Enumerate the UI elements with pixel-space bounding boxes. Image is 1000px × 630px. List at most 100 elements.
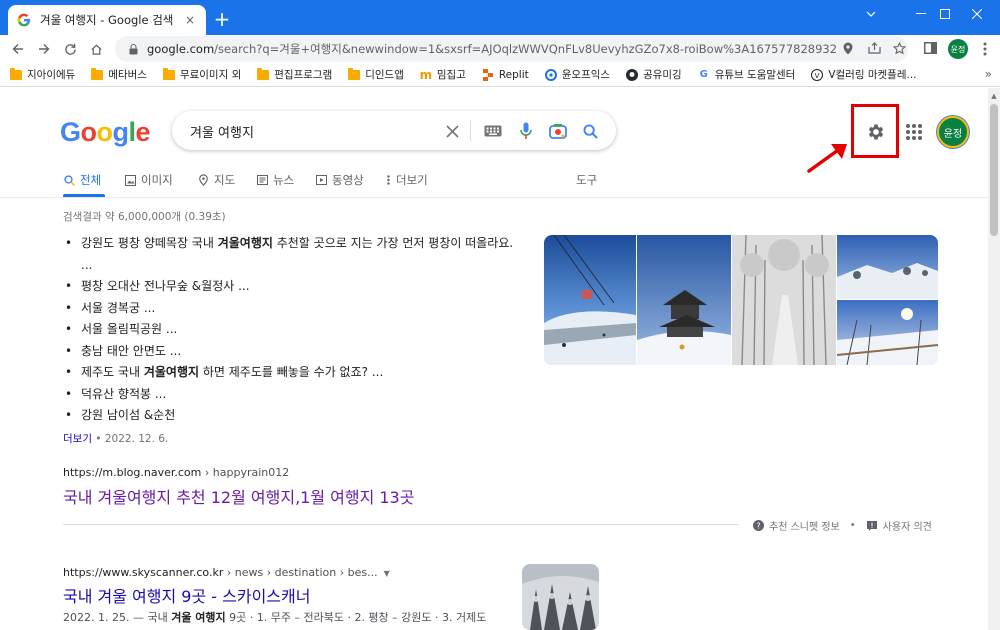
tab-label: 뉴스	[273, 173, 295, 187]
replit-icon	[482, 68, 494, 81]
lens-camera-icon[interactable]	[548, 121, 568, 141]
tab-close-icon[interactable]: ×	[182, 12, 198, 28]
tab-all[interactable]: 전체	[63, 172, 101, 188]
cite-path: › happyrain012	[201, 466, 290, 479]
bookmark-item[interactable]: Replit	[482, 68, 529, 81]
list-item: 평창 오대산 전나무숲 &월정사 ...	[65, 276, 525, 298]
result-citation[interactable]: https://m.blog.naver.com › happyrain012	[63, 466, 289, 479]
address-bar[interactable]: google.com/search?q=겨울+여행지&newwindow=1&s…	[115, 36, 908, 62]
tab-images[interactable]: 이미지	[124, 172, 173, 188]
url-text[interactable]: google.com/search?q=겨울+여행지&newwindow=1&s…	[147, 41, 837, 57]
user-feedback-link[interactable]: 사용자 의견	[883, 518, 932, 533]
tab-search-chevron-icon[interactable]	[848, 0, 894, 28]
bookmark-item[interactable]: 디인드앱	[348, 67, 404, 82]
video-icon	[315, 174, 327, 186]
result-thumbnail-image[interactable]	[522, 564, 599, 630]
tools-button[interactable]: 도구	[576, 172, 597, 188]
snow-forest-path-image[interactable]	[732, 235, 836, 365]
bookmark-label: 편집프로그램	[274, 69, 333, 81]
result-title-link[interactable]: 국내 겨울여행지 추천 12월 여행지,1월 여행지 13곳	[63, 484, 414, 508]
share-icon[interactable]	[866, 40, 882, 56]
browser-tab[interactable]: 겨울 여행지 - Google 검색 ×	[8, 5, 206, 35]
search-box[interactable]: 겨울 여행지	[172, 111, 616, 150]
more-link[interactable]: 더보기	[63, 433, 92, 445]
snow-mountain-image[interactable]	[837, 235, 938, 299]
tab-more[interactable]: 더보기	[385, 172, 428, 188]
bookmarks-bar: 지아이에듀 메타버스 무료이미지 외 편집프로그램 디인드앱 m 밈집고 Repl…	[0, 63, 1000, 87]
microphone-icon[interactable]	[516, 121, 536, 141]
bookmark-label: 윤오프익스	[561, 69, 611, 81]
bookmark-label: 메타버스	[108, 69, 147, 81]
scroll-up-arrow-icon[interactable]: ▲	[988, 90, 1000, 102]
bookmark-star-icon[interactable]	[891, 40, 907, 56]
reload-icon[interactable]	[60, 39, 80, 59]
search-icon	[63, 174, 75, 186]
location-pin-icon[interactable]	[840, 40, 856, 56]
snow-pavilion-image[interactable]	[637, 235, 731, 365]
result-snippet: 2022. 1. 25. — 국내 겨울 여행지 9곳 · 1. 무주 – 전라…	[63, 611, 487, 624]
tab-label: 전체	[80, 173, 102, 187]
bookmark-label: 디인드앱	[365, 69, 404, 81]
window-close-icon[interactable]	[954, 0, 1000, 28]
google-g-icon: G	[699, 69, 708, 80]
bookmark-item[interactable]: V V컬러링 마켓플레...	[811, 67, 917, 82]
bookmark-item[interactable]: 윤오프익스	[544, 67, 611, 82]
bookmark-item[interactable]: 무료이미지 외	[162, 67, 242, 82]
map-pin-icon	[197, 174, 209, 186]
back-arrow-icon[interactable]	[8, 39, 28, 59]
url-host: google.com	[147, 42, 215, 56]
news-icon	[256, 174, 268, 186]
snippet-more-row: 더보기 • 2022. 12. 6.	[63, 431, 168, 446]
list-item: 강원도 평창 양떼목장 국내 겨울여행지 추천할 곳으로 지는 가장 먼저 평창…	[65, 233, 525, 276]
snippet-date: • 2022. 12. 6.	[91, 433, 169, 445]
forward-arrow-icon[interactable]	[34, 39, 54, 59]
lock-icon[interactable]	[125, 41, 141, 57]
profile-avatar[interactable]: 윤정	[948, 39, 968, 59]
help-circle-icon: ?	[752, 520, 764, 532]
bookmark-item[interactable]: 지아이에듀	[10, 67, 75, 82]
account-avatar[interactable]: 윤정	[937, 116, 969, 148]
tab-news[interactable]: 뉴스	[256, 172, 294, 188]
bookmark-label: 지아이에듀	[27, 69, 76, 81]
tab-videos[interactable]: 동영상	[315, 172, 364, 188]
more-options-caret-icon[interactable]: ▼	[384, 569, 390, 578]
list-item: 제주도 국내 겨울여행지 하면 제주도를 빼놓을 수가 없죠? ...	[65, 362, 525, 384]
folder-icon	[257, 67, 270, 81]
list-item: 충남 태안 안면도 ...	[65, 341, 525, 363]
bookmark-label: Replit	[498, 68, 529, 81]
google-apps-icon[interactable]	[903, 121, 925, 143]
clear-icon[interactable]	[442, 121, 462, 141]
snow-cable-car-image[interactable]	[544, 235, 636, 365]
scrollbar-thumb[interactable]	[990, 104, 998, 236]
bookmark-item[interactable]: 메타버스	[91, 67, 147, 82]
list-item: 서울 올림픽공원 ...	[65, 319, 525, 341]
tabs-divider	[0, 197, 988, 198]
keyboard-icon[interactable]	[483, 121, 503, 141]
bookmark-item[interactable]: 편집프로그램	[257, 67, 332, 82]
settings-gear-icon[interactable]	[865, 121, 887, 143]
feedback-icon	[866, 520, 878, 532]
result-title-link[interactable]: 국내 겨울 여행지 9곳 - 스카이스캐너	[63, 583, 310, 607]
chrome-menu-icon[interactable]	[978, 39, 992, 59]
home-icon[interactable]	[86, 39, 106, 59]
snow-trail-image[interactable]	[837, 300, 938, 365]
google-logo[interactable]: Google	[60, 117, 151, 148]
bookmark-item[interactable]: m 밈집고	[420, 67, 466, 82]
search-input[interactable]: 겨울 여행지	[190, 122, 254, 141]
result-divider	[63, 524, 738, 525]
snippet-image-collage[interactable]	[544, 235, 938, 365]
result-citation[interactable]: https://www.skyscanner.co.kr › news › de…	[63, 566, 390, 579]
featured-snippet-list: 강원도 평창 양떼목장 국내 겨울여행지 추천할 곳으로 지는 가장 먼저 평창…	[65, 233, 525, 427]
snippet-info-link[interactable]: 추천 스니펫 정보	[769, 518, 840, 533]
folder-icon	[91, 67, 104, 81]
bookmark-item[interactable]: G 유튜브 도움말센터	[698, 67, 796, 82]
search-divider	[470, 121, 471, 141]
search-icon[interactable]	[580, 121, 600, 141]
bookmark-label: 무료이미지 외	[179, 69, 242, 81]
bookmark-item[interactable]: 공유미깅	[626, 67, 682, 82]
bookmarks-overflow-icon[interactable]: »	[985, 67, 992, 81]
v-icon: V	[811, 68, 824, 81]
side-panel-icon[interactable]	[922, 40, 938, 56]
new-tab-button[interactable]: +	[212, 7, 232, 31]
tab-maps[interactable]: 지도	[197, 172, 235, 188]
